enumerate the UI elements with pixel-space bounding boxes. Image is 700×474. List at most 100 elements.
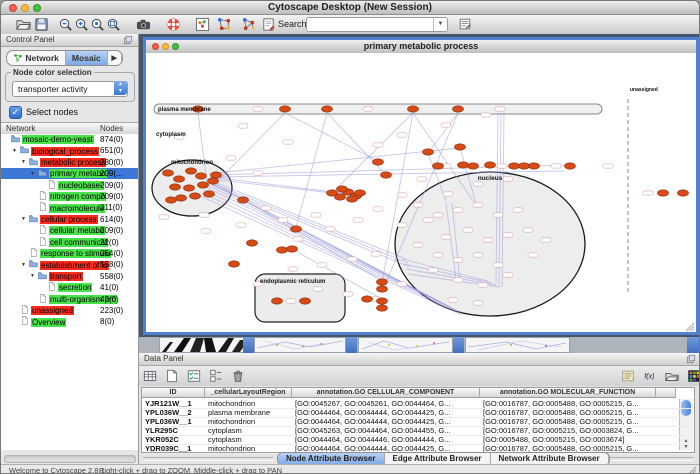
network-node[interactable]: [453, 106, 464, 112]
zoom-fit-button[interactable]: [104, 15, 122, 33]
network-node[interactable]: [678, 190, 689, 196]
gene-label-node[interactable]: [417, 177, 427, 181]
network-node[interactable]: [519, 163, 530, 169]
expand-toggle-icon[interactable]: ▼: [21, 260, 29, 271]
network-node[interactable]: [347, 196, 358, 202]
network-node[interactable]: [166, 197, 177, 203]
tab-network[interactable]: Network: [7, 51, 66, 65]
chevron-down-icon[interactable]: ▼: [433, 18, 447, 31]
tree-row-nitrogen-compo[interactable]: nitrogen compo209(0): [1, 191, 138, 202]
network-node[interactable]: [280, 106, 291, 112]
gene-label-node[interactable]: [541, 238, 551, 242]
gene-label-node[interactable]: [481, 113, 491, 117]
network-node[interactable]: [377, 298, 388, 304]
tree-row-unassigned[interactable]: unassigned223(0): [1, 305, 138, 316]
network-node[interactable]: [408, 106, 419, 112]
network-node[interactable]: [174, 176, 185, 182]
column-header--cellularlayoutregion[interactable]: _cellularLayoutRegion: [205, 388, 292, 398]
table-cell[interactable]: YPL036W__2: [142, 408, 205, 417]
expand-toggle-icon[interactable]: ▼: [21, 214, 29, 225]
gene-label-node[interactable]: [441, 123, 451, 127]
table-cell[interactable]: [GO:0044464, GO:0044446, GO:0044444, G..…: [292, 435, 480, 444]
tree-row-multi-organism-pro[interactable]: multi-organism pro42(0): [1, 294, 138, 305]
table-cell[interactable]: [GO:0016787, GO:0005488, GO:0005215, G..…: [480, 399, 656, 408]
window-frame-edge[interactable]: [346, 337, 357, 353]
canvas-resize-grip[interactable]: [686, 323, 694, 331]
network-view-window[interactable]: primary metabolic process plasma membran…: [143, 37, 699, 335]
network-node[interactable]: [381, 172, 392, 178]
network-node[interactable]: [658, 190, 669, 196]
gene-label-node[interactable]: [397, 133, 407, 137]
gene-label-node[interactable]: [253, 171, 263, 175]
gene-label-node[interactable]: [643, 191, 653, 195]
tree-row-metabolic-process[interactable]: ▼metabolic process280(0): [1, 157, 138, 168]
save-session-button[interactable]: [32, 15, 50, 33]
gene-label-node[interactable]: [317, 263, 327, 267]
tree-row-primary-metabo[interactable]: ▼primary metabo209(...: [1, 168, 138, 179]
network-node[interactable]: [362, 296, 373, 302]
table-cell[interactable]: [GO:0016787, GO:0005488, GO:0005215, G..…: [480, 408, 656, 417]
network-node[interactable]: [355, 190, 366, 196]
network-node[interactable]: [186, 168, 197, 174]
network-node[interactable]: [458, 162, 469, 168]
float-panel-icon[interactable]: [123, 35, 134, 46]
network-node[interactable]: [455, 144, 466, 150]
tree-row-overview[interactable]: Overview8(0): [1, 316, 138, 327]
table-cell[interactable]: YPL036W__1: [142, 417, 205, 426]
table-cell[interactable]: plasma membrane: [205, 408, 292, 417]
network-node[interactable]: [335, 194, 346, 200]
gene-label-node[interactable]: [448, 298, 458, 302]
column-header-annotation-go-cellular-component[interactable]: annotation.GO CELLULAR_COMPONENT: [292, 388, 480, 398]
gene-label-node[interactable]: [443, 192, 453, 196]
gene-label-node[interactable]: [453, 278, 463, 282]
gene-label-node[interactable]: [513, 208, 523, 212]
table-cell[interactable]: YLR295C: [142, 426, 205, 435]
gene-label-node[interactable]: [478, 283, 488, 287]
control-panel-scrollbar[interactable]: [4, 455, 136, 463]
column-header-filler[interactable]: [656, 388, 676, 398]
network-node[interactable]: [433, 163, 444, 169]
network-node[interactable]: [529, 163, 540, 169]
gene-label-node[interactable]: [497, 164, 507, 168]
gene-label-node[interactable]: [483, 238, 493, 242]
network-node[interactable]: [485, 162, 496, 168]
import-attributes-button[interactable]: [663, 367, 681, 385]
resize-grip-icon[interactable]: [688, 466, 697, 474]
gene-label-node[interactable]: [493, 263, 503, 267]
gene-label-node[interactable]: [226, 156, 236, 160]
network-node[interactable]: [287, 246, 298, 252]
tree-row-cellular-metabo[interactable]: cellular metabo209(0): [1, 225, 138, 236]
search-combobox[interactable]: ▼: [306, 17, 448, 32]
formula-builder-button[interactable]: f(x): [641, 367, 659, 385]
annotations-button[interactable]: [259, 15, 277, 33]
network-node[interactable]: [208, 178, 219, 184]
gene-label-node[interactable]: [473, 182, 483, 186]
gene-label-node[interactable]: [373, 207, 383, 211]
gene-label-node[interactable]: [373, 143, 383, 147]
gene-label-node[interactable]: [473, 301, 483, 305]
table-cell[interactable]: [GO:0016787, GO:0005488, GO:0005215, G..…: [480, 417, 656, 426]
network-node[interactable]: [170, 184, 181, 190]
gene-label-node[interactable]: [453, 258, 463, 262]
expand-toggle-icon[interactable]: ▼: [21, 157, 29, 168]
network-node[interactable]: [277, 247, 288, 253]
network-node[interactable]: [322, 106, 333, 112]
network-node[interactable]: [300, 298, 311, 304]
gene-label-node[interactable]: [159, 215, 169, 219]
tree-row-secretion[interactable]: secretion41(0): [1, 282, 138, 293]
table-cell[interactable]: mitochondrion: [205, 417, 292, 426]
network-node[interactable]: [229, 261, 240, 267]
network-canvas[interactable]: plasma membranecytoplasmmitochondrionnuc…: [146, 53, 696, 332]
gene-label-node[interactable]: [199, 213, 209, 217]
open-file-button[interactable]: [14, 15, 32, 33]
tree-row-response-to-stimulu[interactable]: response to stimulu264(0): [1, 248, 138, 259]
gene-label-node[interactable]: [453, 208, 463, 212]
table-cell[interactable]: [GO:0005488, GO:0005215, GO:0003674]: [480, 435, 656, 444]
network-node[interactable]: [238, 197, 249, 203]
gene-label-node[interactable]: [286, 299, 296, 303]
gene-label-node[interactable]: [313, 287, 323, 291]
help-button[interactable]: [164, 15, 182, 33]
tree-row-nucleobase-[interactable]: nucleobase-209(0): [1, 180, 138, 191]
tree-row-cellular-process[interactable]: ▼cellular process614(0): [1, 214, 138, 225]
new-attribute-button[interactable]: [163, 367, 181, 385]
